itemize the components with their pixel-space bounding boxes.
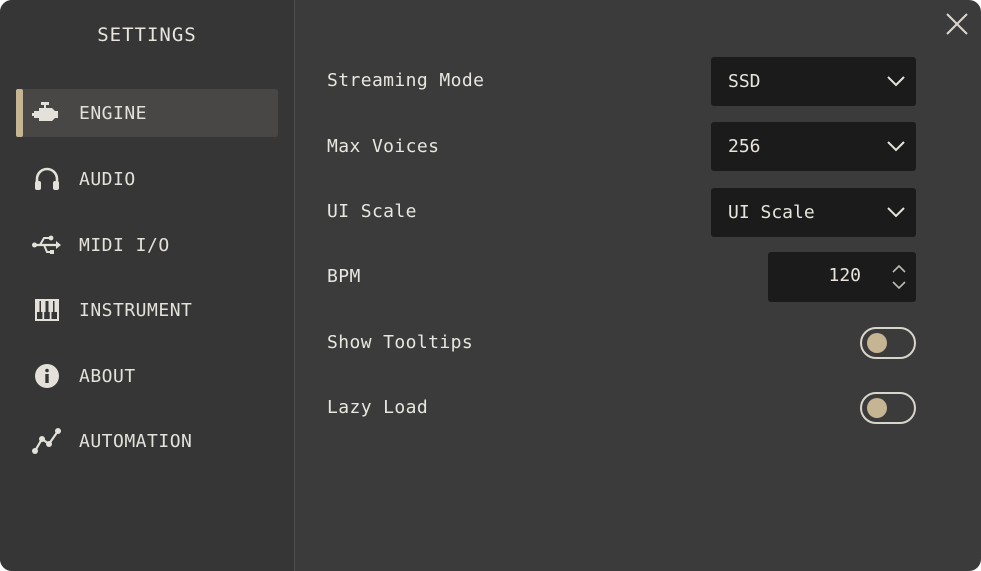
engine-icon xyxy=(32,99,62,127)
ui-scale-select[interactable]: UI Scale xyxy=(711,188,916,237)
chevron-up-icon[interactable] xyxy=(891,264,907,274)
sidebar-item-engine[interactable]: ENGINE xyxy=(16,89,278,137)
streaming-mode-select[interactable]: SSD xyxy=(711,57,916,106)
max-voices-label: Max Voices xyxy=(327,136,440,157)
sidebar-item-label: AUDIO xyxy=(79,168,136,190)
max-voices-select[interactable]: 256 xyxy=(711,122,916,171)
automation-icon xyxy=(32,427,62,455)
headphones-icon xyxy=(32,165,62,193)
streaming-mode-label: Streaming Mode xyxy=(327,70,485,91)
bpm-label: BPM xyxy=(327,266,361,287)
sidebar-item-label: AUTOMATION xyxy=(79,430,193,452)
chevron-down-icon xyxy=(887,207,905,218)
chevron-down-icon xyxy=(887,141,905,152)
usb-icon xyxy=(32,231,62,259)
sidebar-item-label: INSTRUMENT xyxy=(79,299,193,321)
sidebar-item-audio[interactable]: AUDIO xyxy=(16,155,278,203)
piano-icon xyxy=(32,296,62,324)
sidebar-item-label: ENGINE xyxy=(79,102,148,124)
settings-window: SETTINGS ENGINE AUDIO MIDI I/O INSTRUMEN… xyxy=(0,0,981,571)
sidebar-item-label: ABOUT xyxy=(79,365,136,387)
ui-scale-value: UI Scale xyxy=(728,202,815,223)
lazy-load-toggle[interactable] xyxy=(860,392,916,424)
bpm-value: 120 xyxy=(828,265,861,286)
ui-scale-label: UI Scale xyxy=(327,201,417,222)
streaming-mode-value: SSD xyxy=(728,71,761,92)
lazy-load-label: Lazy Load xyxy=(327,397,429,418)
max-voices-value: 256 xyxy=(728,136,761,157)
sidebar-item-midi-io[interactable]: MIDI I/O xyxy=(16,221,278,269)
show-tooltips-toggle[interactable] xyxy=(860,327,916,359)
sidebar-item-label: MIDI I/O xyxy=(79,234,170,256)
bpm-stepper[interactable]: 120 xyxy=(768,252,916,302)
show-tooltips-label: Show Tooltips xyxy=(327,332,474,353)
close-button[interactable] xyxy=(944,11,970,37)
info-icon xyxy=(32,362,62,390)
toggle-knob xyxy=(867,333,887,353)
close-icon xyxy=(946,13,968,35)
chevron-down-icon xyxy=(887,76,905,87)
sidebar: SETTINGS ENGINE AUDIO MIDI I/O INSTRUMEN… xyxy=(0,0,295,571)
sidebar-title: SETTINGS xyxy=(97,24,197,46)
chevron-down-icon[interactable] xyxy=(891,280,907,290)
toggle-knob xyxy=(867,398,887,418)
sidebar-item-about[interactable]: ABOUT xyxy=(16,352,278,400)
sidebar-item-instrument[interactable]: INSTRUMENT xyxy=(16,286,278,334)
sidebar-item-automation[interactable]: AUTOMATION xyxy=(16,417,278,465)
